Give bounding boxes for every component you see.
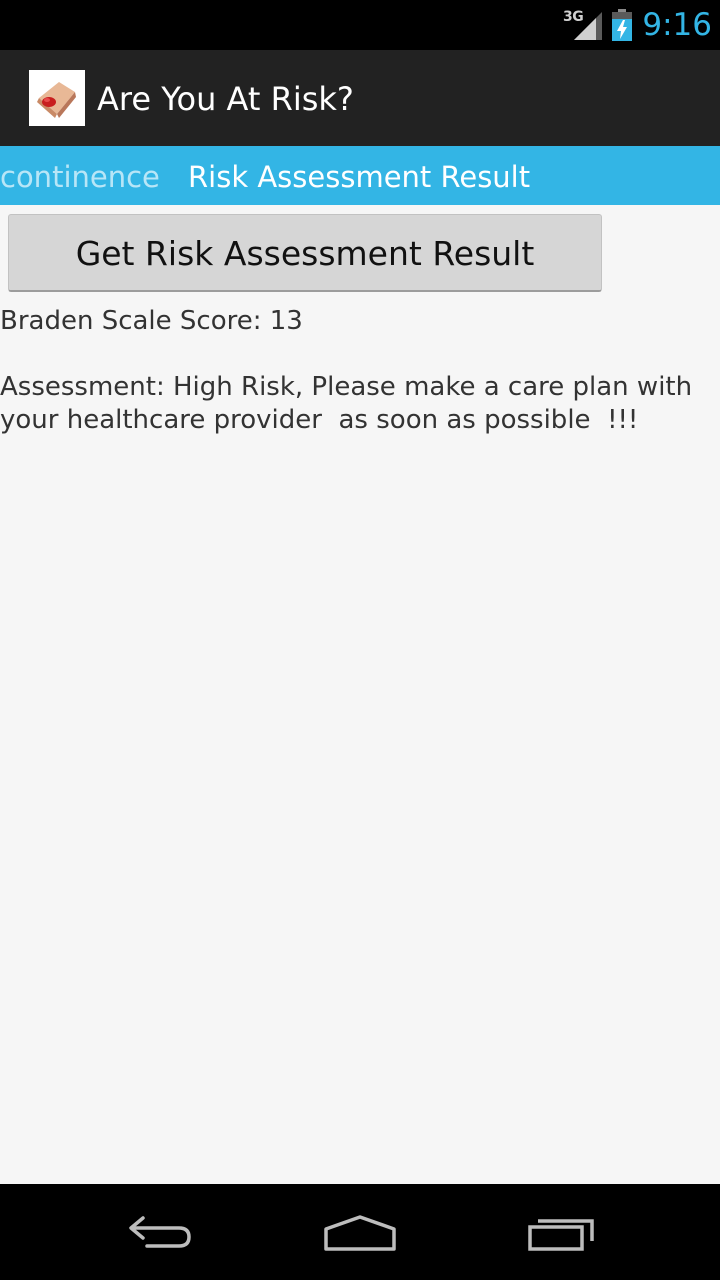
status-bar: 3G 9:16 bbox=[0, 0, 720, 50]
battery-charging-icon bbox=[612, 9, 632, 41]
tab-risk-assessment-result[interactable]: Risk Assessment Result bbox=[188, 146, 530, 205]
app-title: Are You At Risk? bbox=[97, 80, 354, 118]
result-panel: Braden Scale Score: 13 Assessment: High … bbox=[0, 305, 712, 437]
get-risk-assessment-result-button[interactable]: Get Risk Assessment Result bbox=[8, 214, 602, 292]
signal-icon bbox=[574, 12, 602, 40]
action-bar: Are You At Risk? bbox=[0, 50, 720, 146]
recent-apps-icon bbox=[528, 1219, 594, 1251]
tab-strip: continence Risk Assessment Result bbox=[0, 146, 720, 205]
clock: 9:16 bbox=[642, 7, 712, 43]
home-button[interactable] bbox=[315, 1204, 405, 1260]
navigation-bar bbox=[0, 1184, 720, 1280]
app-logo-icon[interactable] bbox=[29, 70, 85, 126]
tab-continence[interactable]: continence bbox=[0, 146, 160, 205]
recent-apps-button[interactable] bbox=[517, 1204, 607, 1260]
back-button[interactable] bbox=[115, 1204, 205, 1260]
braden-score-text: Braden Scale Score: 13 bbox=[0, 306, 303, 336]
assessment-text: Assessment: High Risk, Please make a car… bbox=[0, 372, 701, 435]
back-icon bbox=[129, 1216, 191, 1248]
home-icon bbox=[324, 1215, 396, 1251]
